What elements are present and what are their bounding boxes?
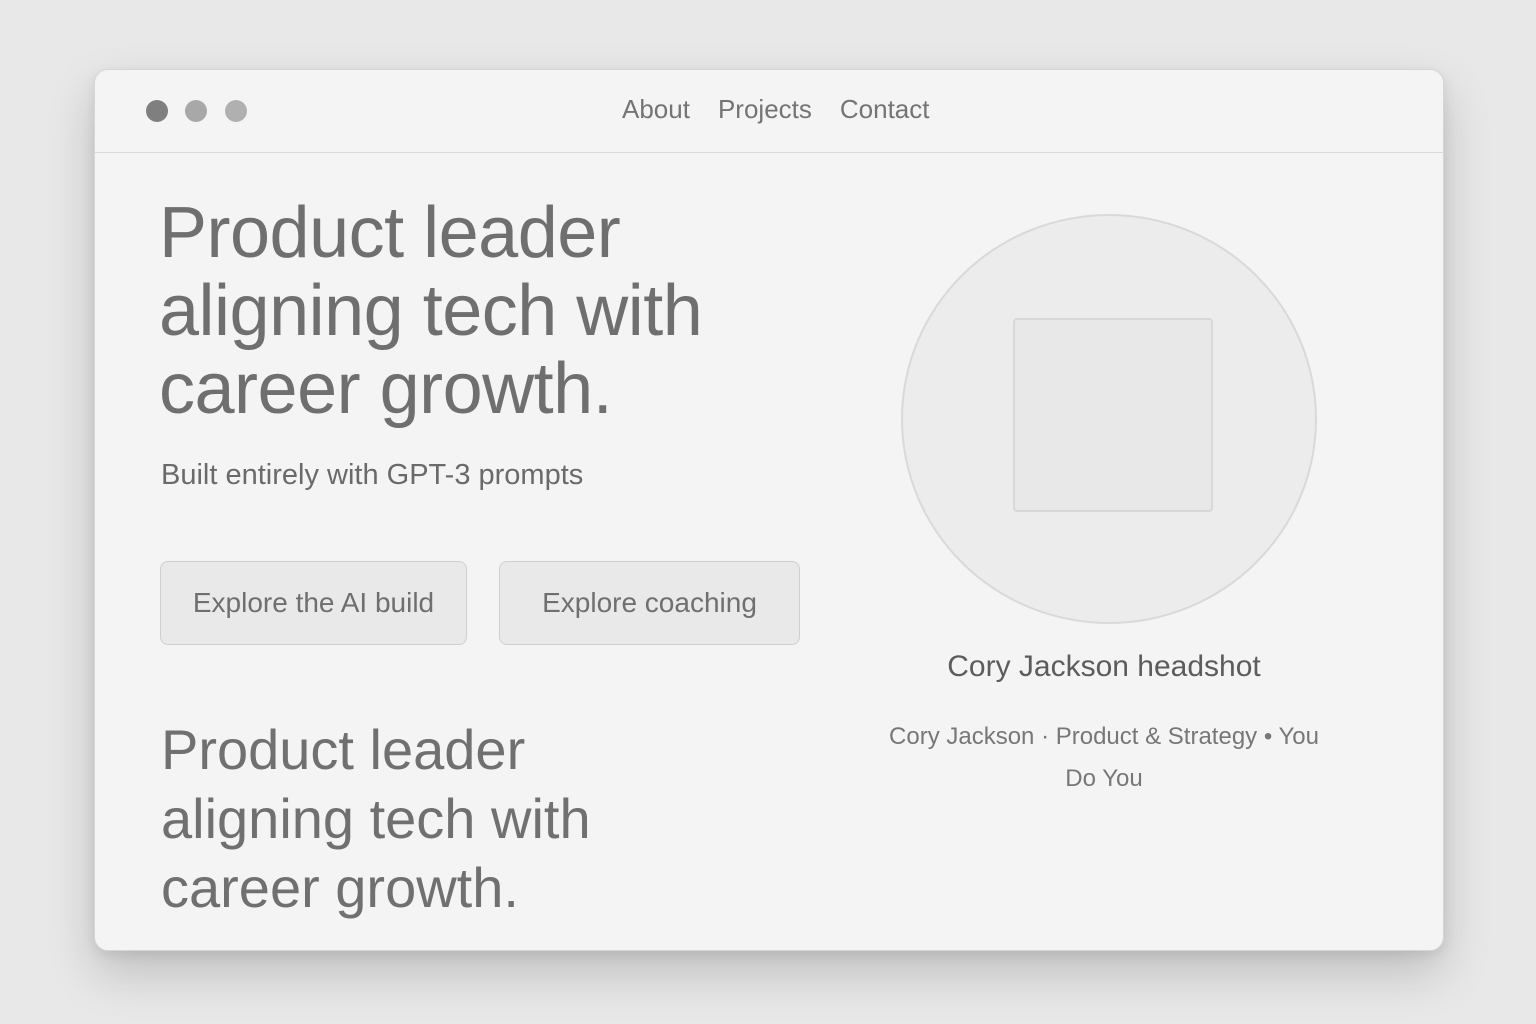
image-placeholder-icon bbox=[1013, 318, 1213, 512]
profile-byline: Cory Jackson · Product & Strategy • You … bbox=[855, 716, 1353, 800]
hero-heading-repeat: Product leader aligning tech with career… bbox=[161, 718, 591, 919]
nav-link-projects[interactable]: Projects bbox=[718, 94, 812, 125]
close-window-button[interactable] bbox=[146, 100, 168, 122]
nav-link-about[interactable]: About bbox=[622, 94, 690, 125]
hero-heading: Product leader aligning tech with career… bbox=[159, 193, 703, 429]
minimize-window-button[interactable] bbox=[185, 100, 207, 122]
avatar bbox=[901, 214, 1317, 624]
byline-line-1: Cory Jackson · Product & Strategy • You bbox=[889, 723, 1319, 750]
maximize-window-button[interactable] bbox=[225, 100, 247, 122]
byline-line-2: Do You bbox=[1065, 765, 1143, 792]
explore-ai-build-button[interactable]: Explore the AI build bbox=[160, 561, 467, 645]
hero-subtitle: Built entirely with GPT-3 prompts bbox=[161, 459, 584, 491]
explore-coaching-button[interactable]: Explore coaching bbox=[499, 561, 800, 645]
browser-window: About Projects Contact Product leader al… bbox=[94, 69, 1444, 951]
title-bar: About Projects Contact bbox=[95, 70, 1443, 153]
nav-link-contact[interactable]: Contact bbox=[840, 94, 930, 125]
headshot-caption: Cory Jackson headshot bbox=[947, 650, 1261, 683]
top-nav: About Projects Contact bbox=[622, 94, 929, 125]
